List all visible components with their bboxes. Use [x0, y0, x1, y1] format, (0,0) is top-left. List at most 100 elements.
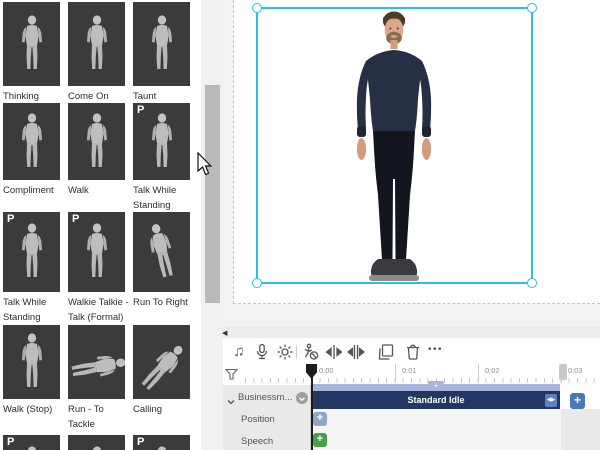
track-dropdown-icon[interactable]	[296, 392, 308, 404]
animation-card-walkie-talkie[interactable]: P Walkie Talkie - Talk (Formal)	[68, 212, 129, 325]
mannequin-figure	[86, 112, 107, 167]
animation-thumbnail	[68, 103, 125, 180]
animation-card-come-on[interactable]: Come On	[68, 2, 125, 104]
ruler-label: 0:03	[568, 366, 583, 375]
library-row: Compliment Walk P Talk While Standing	[3, 103, 190, 213]
animation-card[interactable]: P	[3, 435, 60, 450]
mouse-cursor	[197, 152, 213, 176]
animation-card-run-to-right[interactable]: Run To Right	[133, 212, 190, 325]
animation-label: Walk	[68, 185, 89, 196]
animation-card-compliment[interactable]: Compliment	[3, 103, 60, 213]
mannequin-figure	[21, 15, 42, 69]
premium-badge: P	[7, 436, 15, 448]
insert-clip-button[interactable]: +	[428, 381, 444, 391]
mannequin-figure	[86, 446, 107, 450]
mannequin-figure	[144, 221, 178, 279]
animation-thumbnail	[133, 212, 190, 292]
filter-icon[interactable]	[225, 368, 238, 381]
mannequin-figure	[21, 446, 42, 450]
businessman-character[interactable]	[344, 9, 444, 287]
mannequin-figure	[86, 15, 107, 69]
animation-thumbnail	[68, 435, 125, 450]
trim-clip-icon[interactable]	[346, 343, 366, 361]
animation-thumbnail	[3, 325, 60, 399]
timeline-end-marker[interactable]	[559, 364, 567, 380]
animation-label: Talk While Standing	[3, 297, 47, 324]
track-rows-area-end	[561, 409, 600, 450]
track-rows-area	[311, 409, 600, 450]
split-clip-icon[interactable]	[325, 343, 343, 361]
animation-label: Taunt	[133, 91, 157, 102]
microphone-icon[interactable]	[253, 343, 271, 361]
animation-label: Compliment	[3, 185, 54, 196]
premium-badge: P	[72, 213, 80, 225]
animation-card-talk-while-standing-2[interactable]: P Talk While Standing	[3, 212, 60, 325]
scroll-left-icon[interactable]: ◀	[222, 329, 227, 337]
animation-thumbnail	[68, 2, 125, 86]
ruler-tick	[478, 364, 479, 383]
animation-label: Run To Right	[133, 297, 188, 308]
delete-icon[interactable]	[404, 343, 422, 361]
remove-animation-icon[interactable]	[302, 343, 320, 361]
mannequin-figure	[86, 223, 107, 277]
animation-thumbnail: P	[3, 212, 60, 292]
animation-thumbnail: P	[3, 435, 60, 450]
music-icon[interactable]: ♫	[230, 343, 248, 361]
clip-loop-icon[interactable]: ◀▶	[545, 393, 557, 407]
animation-card-run-to-tackle[interactable]: Run - To Tackle	[68, 325, 125, 432]
premium-badge: P	[7, 213, 15, 225]
more-options-icon[interactable]: •••	[428, 344, 443, 355]
animation-thumbnail	[133, 2, 190, 86]
clip-label: Standard Idle	[407, 395, 465, 405]
track-row-speech[interactable]: Speech	[241, 436, 273, 447]
mannequin-figure	[151, 15, 172, 69]
animation-thumbnail	[133, 325, 190, 399]
mannequin-figure	[21, 112, 42, 167]
premium-badge: P	[137, 104, 145, 116]
animation-label: Walk (Stop)	[3, 404, 53, 415]
animation-card-thinking[interactable]: Thinking	[3, 2, 60, 104]
animation-thumbnail	[3, 2, 60, 86]
playhead-line	[311, 376, 313, 450]
animation-thumbnail: P	[68, 212, 125, 292]
mannequin-figure	[151, 112, 172, 167]
animation-card[interactable]: P	[133, 435, 190, 450]
selection-handle-top-left[interactable]	[252, 3, 262, 13]
add-clip-button[interactable]: +	[570, 393, 585, 409]
effects-icon[interactable]	[276, 343, 294, 361]
animation-thumbnail: P	[133, 435, 190, 450]
library-row: Walk (Stop) Run - To Tackle Calling	[3, 325, 190, 432]
add-speech-button[interactable]: +	[313, 433, 327, 447]
animation-label: Thinking	[3, 91, 39, 102]
track-row-position[interactable]: Position	[241, 414, 275, 425]
chevron-down-icon[interactable]	[227, 393, 235, 405]
add-position-keyframe-button[interactable]: +	[313, 412, 327, 426]
premium-badge: P	[137, 436, 145, 448]
library-row: P Talk While Standing P Walkie Talkie - …	[3, 212, 190, 325]
ruler-label: 0:01	[402, 366, 417, 375]
timeline-ruler[interactable]	[245, 364, 600, 383]
ruler-tick	[395, 364, 396, 383]
mannequin-figure	[151, 446, 172, 450]
animation-card-calling[interactable]: Calling	[133, 325, 190, 432]
selection-handle-top-right[interactable]	[527, 3, 537, 13]
mannequin-figure	[137, 340, 189, 394]
animation-label: Run - To Tackle	[68, 404, 104, 431]
animation-thumbnail: P	[133, 103, 190, 180]
library-scrollbar-track[interactable]	[201, 0, 223, 450]
mannequin-figure	[70, 352, 125, 382]
animation-card[interactable]	[68, 435, 125, 450]
duplicate-icon[interactable]	[377, 343, 395, 361]
animation-label: Talk While Standing	[133, 185, 177, 212]
mannequin-figure	[21, 223, 42, 277]
animation-card-walk-stop[interactable]: Walk (Stop)	[3, 325, 60, 432]
selection-handle-bottom-right[interactable]	[527, 278, 537, 288]
track-name[interactable]: Businessm...	[238, 392, 292, 403]
library-row: Thinking Come On Taunt	[3, 2, 190, 104]
library-scrollbar-thumb[interactable]	[205, 85, 220, 303]
animation-card-talk-while-standing[interactable]: P Talk While Standing	[133, 103, 190, 213]
animation-card-walk[interactable]: Walk	[68, 103, 125, 213]
selection-handle-bottom-left[interactable]	[252, 278, 262, 288]
animation-card-taunt[interactable]: Taunt	[133, 2, 190, 104]
clip-standard-idle[interactable]: Standard Idle ◀▶	[312, 391, 560, 409]
